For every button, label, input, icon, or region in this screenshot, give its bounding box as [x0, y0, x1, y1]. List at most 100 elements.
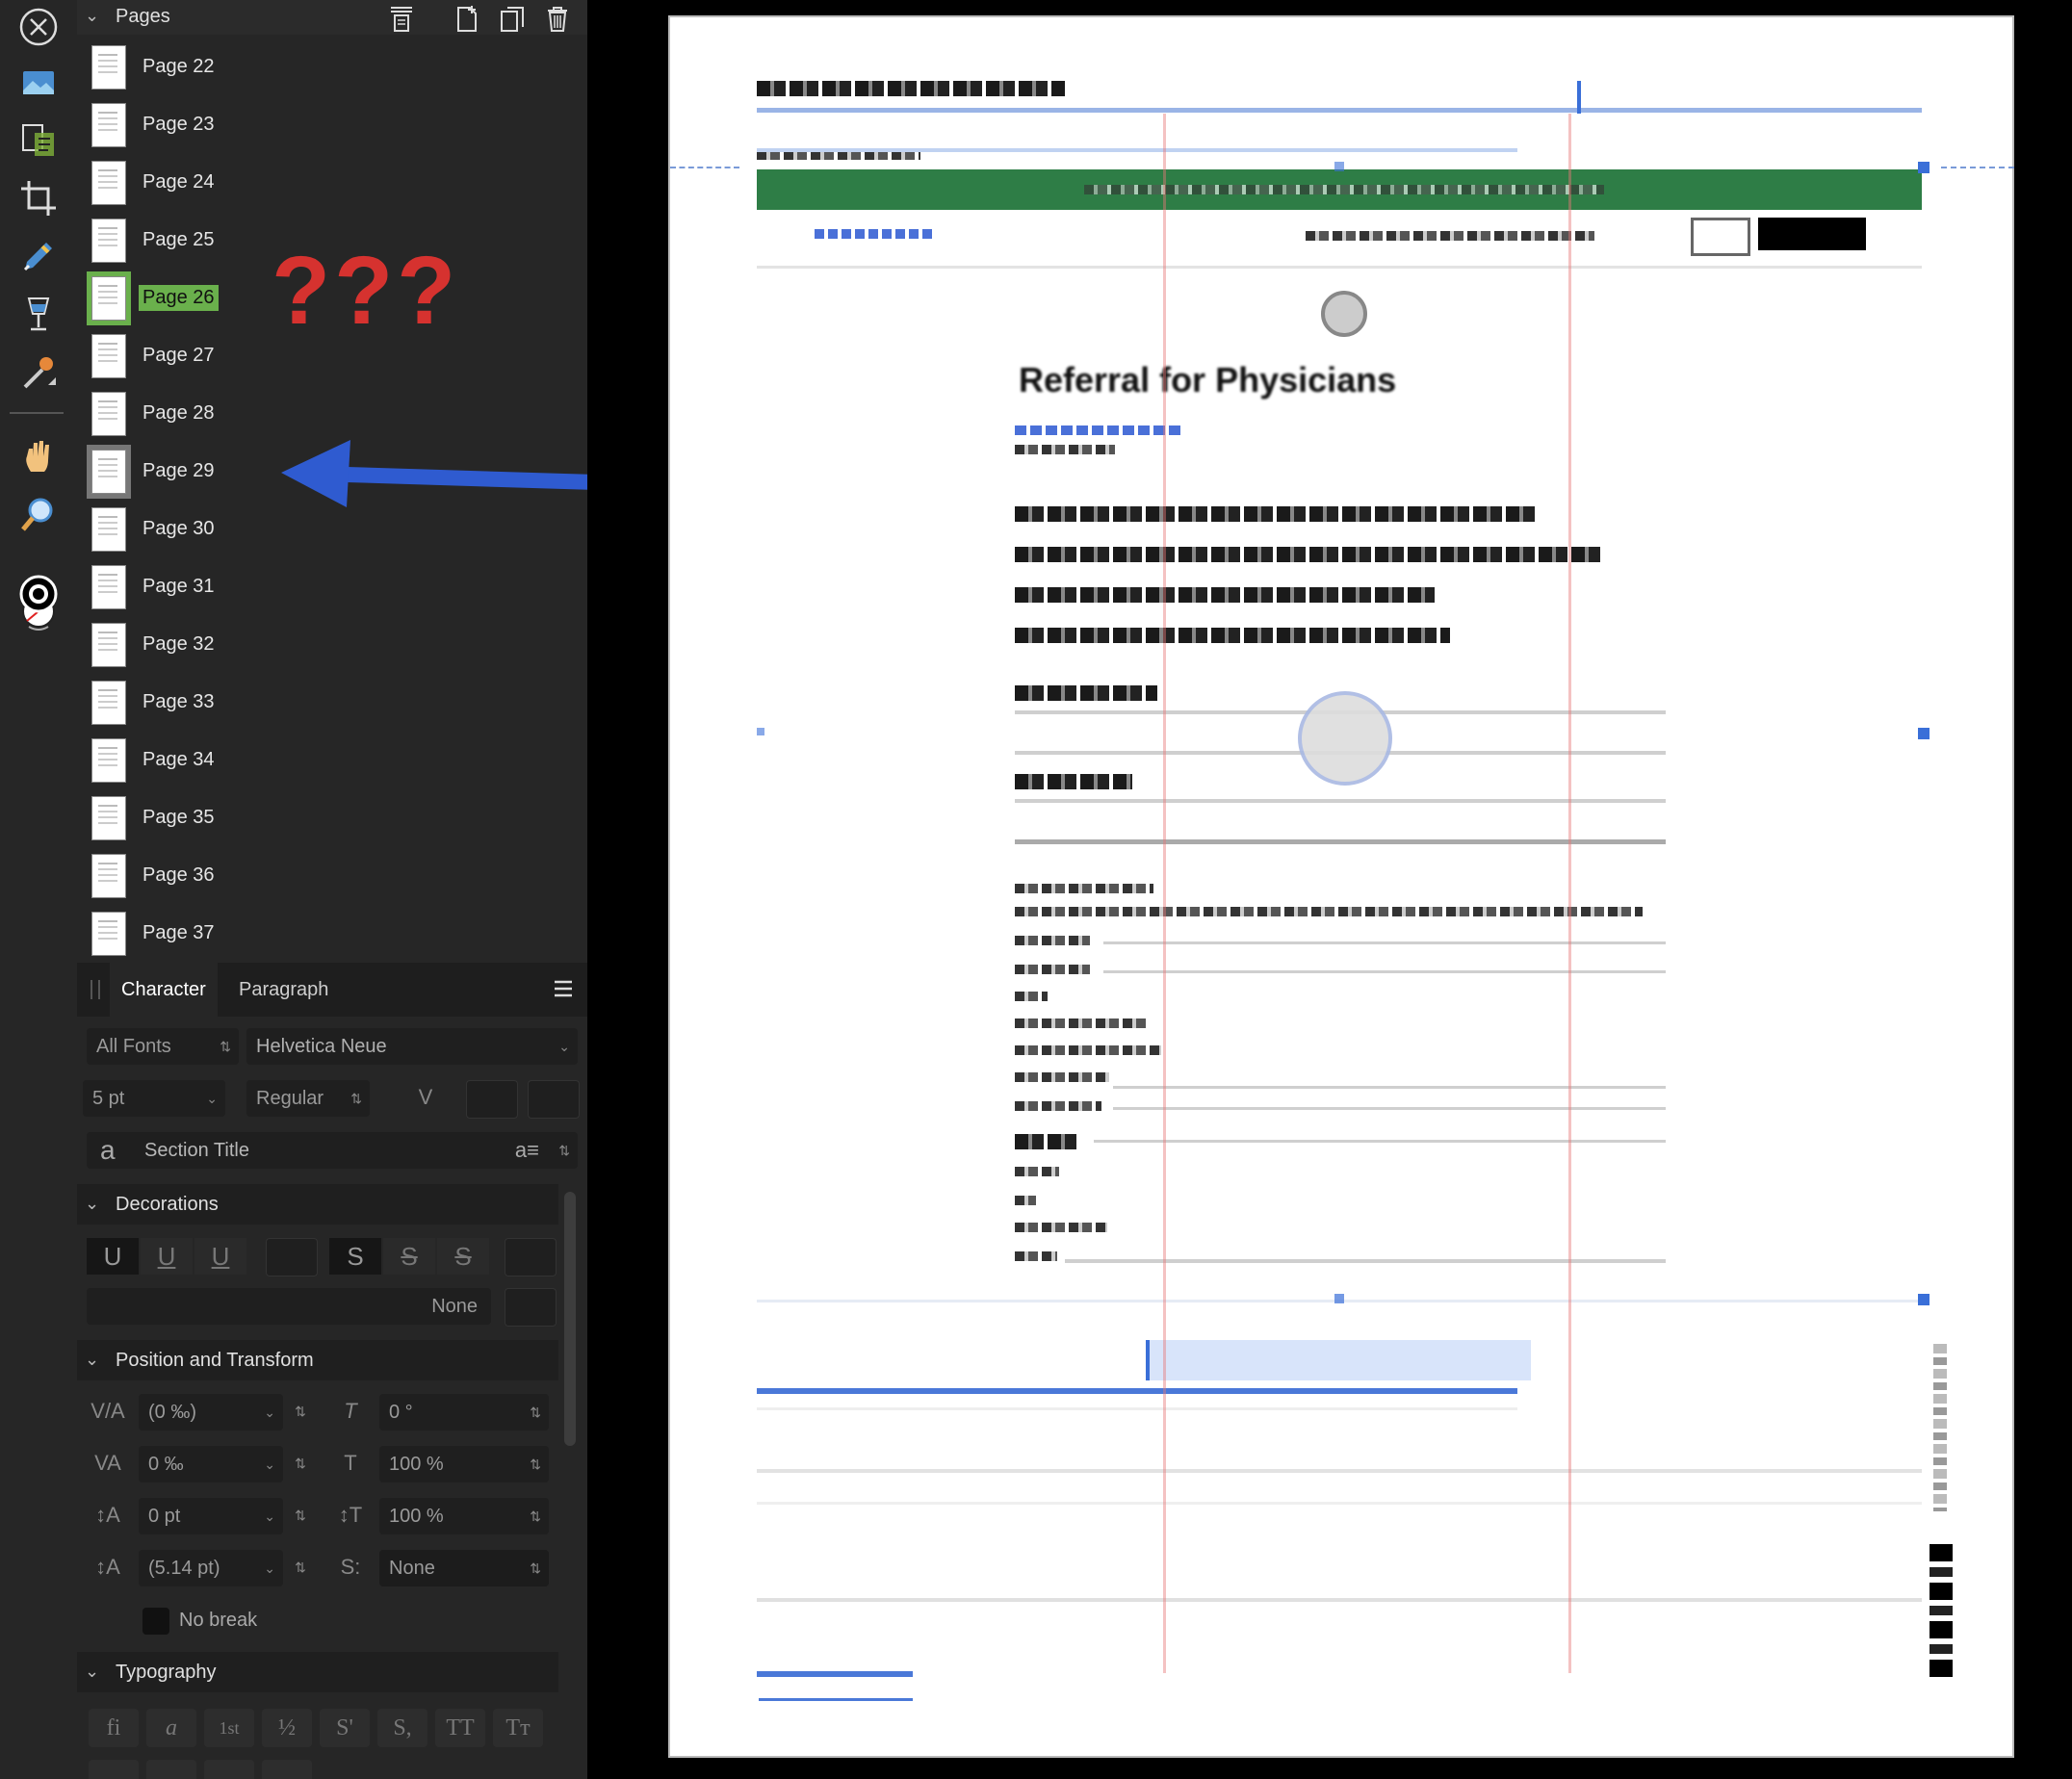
- kerning-auto-icon[interactable]: V: [408, 1080, 443, 1115]
- horizontal-scale-field[interactable]: 100 % ⇅: [379, 1498, 549, 1534]
- font-family-select[interactable]: Helvetica Neue ⌄: [246, 1028, 578, 1065]
- kerning-field[interactable]: (0 ‰) ⌄: [139, 1394, 283, 1431]
- frame-dashed-edge: [1941, 167, 2014, 168]
- document-page[interactable]: Referral for Physicians: [668, 15, 2014, 1758]
- baseline-field[interactable]: 0 pt ⌄: [139, 1498, 283, 1534]
- fill-tool-icon[interactable]: [10, 287, 67, 341]
- superscript-button[interactable]: S': [320, 1709, 370, 1747]
- selection-handle[interactable]: [1334, 162, 1344, 171]
- page-item[interactable]: Page 24: [77, 154, 587, 212]
- typography-extra-button[interactable]: [89, 1760, 139, 1779]
- underline-custom-button[interactable]: U: [194, 1238, 246, 1275]
- stepper-icon[interactable]: ⇅: [530, 1394, 541, 1431]
- page-item[interactable]: Page 31: [77, 558, 587, 616]
- ordinals-button[interactable]: 1st: [204, 1709, 254, 1747]
- zoom-tool-icon[interactable]: [10, 487, 67, 541]
- font-style-select[interactable]: Regular ⇅: [246, 1080, 370, 1117]
- stepper-icon[interactable]: ⇅: [530, 1446, 541, 1482]
- leading-field[interactable]: (5.14 pt) ⌄: [139, 1550, 283, 1586]
- selected-text-frame[interactable]: [1146, 1340, 1531, 1380]
- pencil-tool-icon[interactable]: [10, 229, 67, 283]
- vertical-scale-field[interactable]: 100 % ⇅: [379, 1446, 549, 1482]
- font-size-field[interactable]: 5 pt ⌄: [83, 1080, 225, 1117]
- typography-extra-button[interactable]: [262, 1760, 312, 1779]
- text-background-swatch[interactable]: [528, 1080, 580, 1119]
- position-transform-section-header[interactable]: ⌄ Position and Transform: [77, 1340, 558, 1380]
- page-item[interactable]: Page 33: [77, 674, 587, 732]
- page-item[interactable]: Page 22: [77, 39, 587, 96]
- stepper-icon[interactable]: ⇅: [283, 1446, 318, 1481]
- underline-double-button[interactable]: U: [141, 1238, 193, 1275]
- collapse-chevron-icon[interactable]: ⌄: [85, 1350, 99, 1370]
- selection-handle[interactable]: [1918, 1294, 1930, 1305]
- page-item[interactable]: Page 23: [77, 96, 587, 154]
- close-persona-icon[interactable]: [10, 0, 67, 54]
- frame-text-tool-icon[interactable]: [10, 114, 67, 168]
- strikethrough-single-button[interactable]: S: [383, 1238, 435, 1275]
- page-item[interactable]: Page 32: [77, 616, 587, 674]
- color-picker-tool-icon[interactable]: [10, 345, 67, 399]
- tab-paragraph[interactable]: Paragraph: [227, 963, 340, 1017]
- strikethrough-double-button[interactable]: S: [437, 1238, 489, 1275]
- ligatures-button[interactable]: fi: [89, 1709, 139, 1747]
- subscript-button[interactable]: S,: [377, 1709, 427, 1747]
- strikethrough-color-swatch[interactable]: [505, 1238, 557, 1276]
- master-pages-icon[interactable]: [387, 4, 416, 33]
- no-break-checkbox[interactable]: [142, 1608, 169, 1635]
- panel-menu-icon[interactable]: [553, 978, 574, 999]
- selection-handle[interactable]: [1334, 1294, 1344, 1303]
- horizontal-scale-icon: ↕T: [338, 1503, 363, 1527]
- panel-grip-icon[interactable]: [91, 980, 100, 999]
- typography-extra-button[interactable]: [146, 1760, 196, 1779]
- stepper-icon[interactable]: ⇅: [283, 1498, 318, 1533]
- tracking-field[interactable]: 0 ‰ ⌄: [139, 1446, 283, 1482]
- kerning-value: (0 ‰): [148, 1402, 196, 1423]
- stepper-icon[interactable]: ⇅: [283, 1550, 318, 1585]
- collapse-chevron-icon[interactable]: ⌄: [85, 6, 99, 26]
- stepper-icon[interactable]: ⇅: [283, 1394, 318, 1429]
- stepper-icon[interactable]: ⇅: [530, 1498, 541, 1534]
- tab-character[interactable]: Character: [110, 963, 218, 1017]
- font-collection-select[interactable]: All Fonts ⇅: [87, 1028, 239, 1065]
- page-item[interactable]: Page 34: [77, 732, 587, 789]
- page-item[interactable]: Page 28: [77, 385, 587, 443]
- small-caps-button[interactable]: Tт: [493, 1709, 543, 1747]
- panel-scrollbar[interactable]: [564, 1192, 576, 1446]
- vertical-guide[interactable]: [1163, 114, 1166, 1673]
- underline-color-swatch[interactable]: [266, 1238, 318, 1276]
- collapse-chevron-icon[interactable]: ⌄: [85, 1662, 99, 1682]
- skew-field[interactable]: 0 ° ⇅: [379, 1394, 549, 1431]
- text-style-select[interactable]: a Section Title a≡ ⇅: [87, 1132, 578, 1169]
- typography-section-header[interactable]: ⌄ Typography: [77, 1652, 558, 1692]
- fill-stroke-swatch-icon[interactable]: [10, 558, 67, 645]
- collapse-chevron-icon[interactable]: ⌄: [85, 1194, 99, 1214]
- add-page-icon[interactable]: [453, 4, 481, 33]
- photo-persona-icon[interactable]: [10, 56, 67, 110]
- duplicate-page-icon[interactable]: [498, 4, 527, 33]
- underline-single-button[interactable]: U: [87, 1238, 139, 1275]
- selection-handle[interactable]: [1918, 728, 1930, 739]
- decoration-color-swatch[interactable]: [505, 1288, 557, 1327]
- selection-handle[interactable]: [757, 728, 764, 735]
- text-fill-swatch[interactable]: [466, 1080, 518, 1119]
- hand-tool-icon[interactable]: [10, 429, 67, 483]
- typography-extra-button[interactable]: [204, 1760, 254, 1779]
- apply-style-icon[interactable]: a≡: [515, 1132, 539, 1169]
- alternates-button[interactable]: a: [146, 1709, 196, 1747]
- document-canvas[interactable]: Referral for Physicians: [587, 0, 2072, 1779]
- page-item[interactable]: Page 35: [77, 789, 587, 847]
- decorations-section-header[interactable]: ⌄ Decorations: [77, 1184, 558, 1225]
- delete-page-icon[interactable]: [543, 4, 572, 33]
- fractions-button[interactable]: ½: [262, 1709, 312, 1747]
- nav-button-outline: [1691, 218, 1750, 256]
- blurred-bullet: [1015, 587, 1435, 603]
- page-item[interactable]: Page 37: [77, 905, 587, 963]
- superscript-select[interactable]: None ⇅: [379, 1550, 549, 1586]
- decoration-style-field[interactable]: None: [87, 1288, 491, 1325]
- page-item[interactable]: Page 36: [77, 847, 587, 905]
- crop-tool-icon[interactable]: [10, 171, 67, 225]
- all-caps-button[interactable]: TT: [435, 1709, 485, 1747]
- strikethrough-none-button[interactable]: S: [329, 1238, 381, 1275]
- vertical-guide[interactable]: [1568, 114, 1571, 1673]
- selection-handle[interactable]: [1918, 162, 1930, 173]
